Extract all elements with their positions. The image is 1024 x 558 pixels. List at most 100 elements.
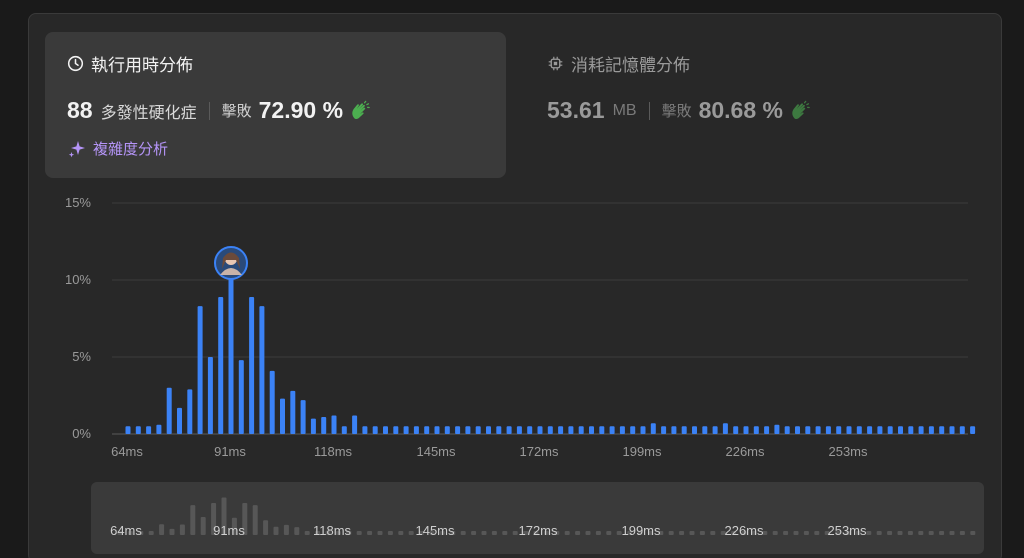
bar[interactable] (383, 426, 388, 434)
bar[interactable] (609, 426, 615, 434)
bar[interactable] (290, 390, 296, 434)
bar[interactable] (486, 426, 491, 434)
bar[interactable] (877, 426, 883, 434)
bar[interactable] (156, 424, 162, 434)
bar[interactable] (506, 426, 512, 434)
bar[interactable] (733, 426, 739, 434)
bar[interactable] (197, 306, 203, 434)
bar[interactable] (516, 426, 522, 434)
navigator-bar (949, 531, 955, 535)
bar[interactable] (867, 426, 873, 434)
x-tick-label: 199ms (622, 444, 662, 459)
bar[interactable] (846, 426, 852, 434)
bar[interactable] (455, 426, 461, 434)
bar[interactable] (424, 426, 430, 434)
navigator-bar (928, 531, 934, 535)
bar[interactable] (372, 426, 378, 434)
bar[interactable] (300, 400, 306, 434)
bar[interactable] (475, 426, 481, 434)
navigator-bar (502, 531, 508, 535)
bar[interactable] (898, 426, 903, 434)
bar[interactable] (434, 426, 440, 434)
bar[interactable] (527, 426, 533, 434)
bar[interactable] (187, 389, 193, 434)
bar[interactable] (362, 426, 368, 434)
navigator-bar (294, 527, 300, 535)
bar[interactable] (619, 426, 625, 434)
bar[interactable] (949, 426, 955, 434)
bar[interactable] (702, 426, 708, 434)
bar[interactable] (146, 426, 152, 434)
bar[interactable] (753, 426, 759, 434)
bar[interactable] (815, 426, 821, 434)
navigator-tick-label: 253ms (827, 523, 867, 538)
bar[interactable] (722, 423, 728, 434)
bar[interactable] (393, 426, 399, 434)
bar[interactable] (795, 426, 800, 434)
bar[interactable] (444, 426, 450, 434)
bar[interactable] (681, 426, 687, 434)
bar[interactable] (218, 296, 224, 434)
bar[interactable] (784, 426, 790, 434)
bar[interactable] (959, 426, 965, 434)
x-tick-label: 91ms (214, 444, 246, 459)
bar[interactable] (558, 426, 564, 434)
navigator-bar (689, 531, 695, 535)
bar[interactable] (743, 426, 749, 434)
bar[interactable] (908, 426, 914, 434)
bar[interactable] (547, 426, 553, 434)
bar[interactable] (135, 426, 141, 434)
navigator-bar (814, 531, 820, 535)
bar[interactable] (166, 387, 172, 434)
bar[interactable] (496, 426, 502, 434)
bar[interactable] (352, 415, 358, 434)
bar[interactable] (537, 426, 543, 434)
bar[interactable] (764, 426, 770, 434)
bar[interactable] (599, 426, 605, 434)
bar[interactable] (630, 426, 636, 434)
bar[interactable] (650, 423, 656, 434)
bar[interactable] (413, 426, 419, 434)
bar[interactable] (805, 426, 811, 434)
bar[interactable] (331, 415, 337, 434)
bar[interactable] (465, 426, 471, 434)
bar[interactable] (774, 424, 780, 434)
navigator-bar (387, 531, 393, 535)
bar[interactable] (280, 398, 285, 434)
bar[interactable] (238, 360, 244, 434)
bar[interactable] (661, 426, 667, 434)
navigator-bar (398, 531, 404, 535)
bar[interactable] (578, 426, 584, 434)
bar[interactable] (712, 426, 718, 434)
bar[interactable] (825, 426, 831, 434)
bar[interactable] (970, 426, 976, 434)
navigator-tick-label: 226ms (724, 523, 764, 538)
navigator-bar (200, 517, 206, 535)
bar[interactable] (207, 357, 213, 434)
runtime-distribution-chart: 0% 5% 10% 15% 64ms 91ms 118ms 145ms 172ms 199ms 22… (65, 195, 976, 538)
bar[interactable] (918, 426, 924, 434)
bar[interactable] (640, 426, 646, 434)
bar[interactable] (177, 407, 182, 434)
bar[interactable] (403, 426, 409, 434)
bar[interactable] (671, 426, 677, 434)
bar[interactable] (321, 417, 327, 434)
bar[interactable] (939, 426, 945, 434)
navigator-bar (866, 531, 872, 535)
navigator-bar (939, 531, 945, 535)
bar[interactable] (259, 306, 265, 434)
y-tick-label: 0% (72, 426, 91, 441)
bar[interactable] (887, 426, 893, 434)
bar[interactable] (125, 426, 131, 434)
bar[interactable] (228, 273, 234, 434)
bar[interactable] (928, 426, 934, 434)
bar[interactable] (310, 418, 316, 434)
bar[interactable] (249, 296, 255, 434)
bar[interactable] (836, 426, 842, 434)
bar[interactable] (269, 370, 275, 434)
bar[interactable] (589, 426, 594, 434)
bar[interactable] (856, 426, 862, 434)
bar[interactable] (568, 426, 574, 434)
bar[interactable] (692, 426, 697, 434)
bar[interactable] (341, 426, 347, 434)
